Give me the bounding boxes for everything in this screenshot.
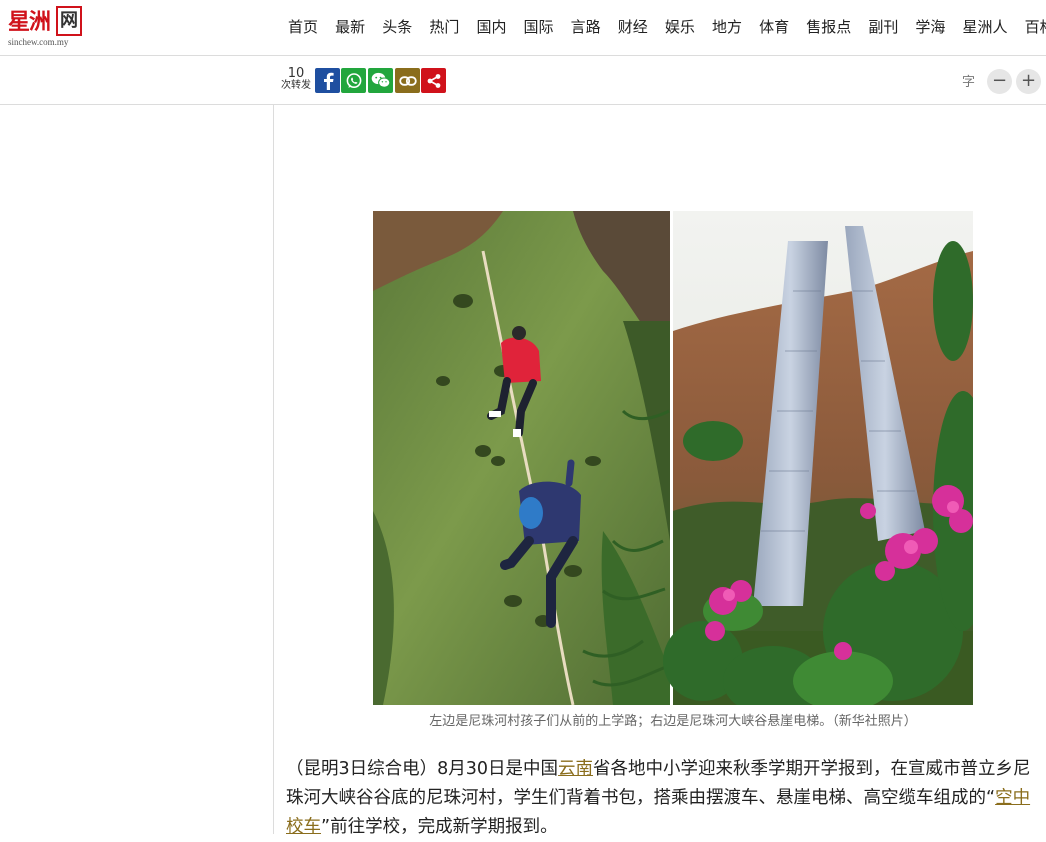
link-icon (398, 75, 417, 86)
logo-text: 星洲 (8, 9, 51, 35)
nav-item-outlets[interactable]: 售报点 (806, 16, 851, 37)
share-toolbar: 10 次转发 字 − + (0, 56, 1046, 105)
copy-link-button[interactable] (395, 68, 420, 93)
nav-item-education[interactable]: 学海 (915, 16, 945, 37)
nav-item-latest[interactable]: 最新 (335, 16, 365, 37)
nav-item-home[interactable]: 首页 (288, 16, 318, 37)
whatsapp-share-button[interactable] (341, 68, 366, 93)
logo-box: 网 (56, 6, 82, 36)
nav-item-domestic[interactable]: 国内 (476, 16, 506, 37)
share-count: 10 次转发 (280, 66, 312, 92)
link-yunnan[interactable]: 云南 (558, 759, 593, 779)
nav-item-sinchew-people[interactable]: 星洲人 (963, 16, 1008, 37)
top-navigation-bar: 星洲 网 sinchew.com.my 首页 最新 头条 热门 国内 国际 言路… (0, 0, 1046, 56)
logo-subtext: sinchew.com.my (8, 37, 69, 47)
wechat-icon (371, 72, 390, 88)
nav-item-sports[interactable]: 体育 (759, 16, 789, 37)
sinchew-logo[interactable]: 星洲 网 sinchew.com.my (8, 4, 82, 48)
increase-font-button[interactable]: + (1016, 69, 1041, 94)
nav-item-entertainment[interactable]: 娱乐 (665, 16, 695, 37)
nav-item-hot[interactable]: 热门 (429, 16, 459, 37)
nav-item-baige[interactable]: 百格 (1025, 16, 1046, 37)
facebook-icon (323, 72, 334, 90)
article-photo-image (373, 211, 973, 705)
article-body: （昆明3日综合电）8月30日是中国云南省各地中小学迎来秋季学期开学报到，在宣威市… (286, 755, 1041, 842)
article-paragraph: （昆明3日综合电）8月30日是中国云南省各地中小学迎来秋季学期开学报到，在宣威市… (286, 755, 1041, 842)
nav-item-headlines[interactable]: 头条 (382, 16, 412, 37)
nav-item-local[interactable]: 地方 (712, 16, 742, 37)
facebook-share-button[interactable] (315, 68, 340, 93)
column-divider (273, 105, 274, 834)
whatsapp-icon (346, 72, 361, 88)
font-size-label: 字 (962, 75, 976, 90)
share-count-label: 次转发 (281, 80, 311, 91)
nav-item-supplement[interactable]: 副刊 (868, 16, 898, 37)
decrease-font-button[interactable]: − (987, 69, 1012, 94)
photo-caption: 左边是尼珠河村孩子们从前的上学路；右边是尼珠河大峡谷悬崖电梯。（新华社照片） (429, 714, 917, 729)
article-text-c: ”前往学校，完成新学期报到。 (321, 817, 558, 837)
share-icon (427, 73, 440, 88)
article-photo[interactable] (373, 211, 973, 705)
article-text-a: （昆明3日综合电）8月30日是中国 (286, 759, 559, 779)
more-share-button[interactable] (421, 68, 446, 93)
nav-item-international[interactable]: 国际 (524, 16, 554, 37)
share-count-number: 10 (287, 66, 305, 81)
wechat-share-button[interactable] (368, 68, 393, 93)
nav-item-finance[interactable]: 财经 (618, 16, 648, 37)
nav-item-opinion[interactable]: 言路 (571, 16, 601, 37)
main-nav: 首页 最新 头条 热门 国内 国际 言路 财经 娱乐 地方 体育 售报点 副刊 … (288, 16, 1046, 37)
